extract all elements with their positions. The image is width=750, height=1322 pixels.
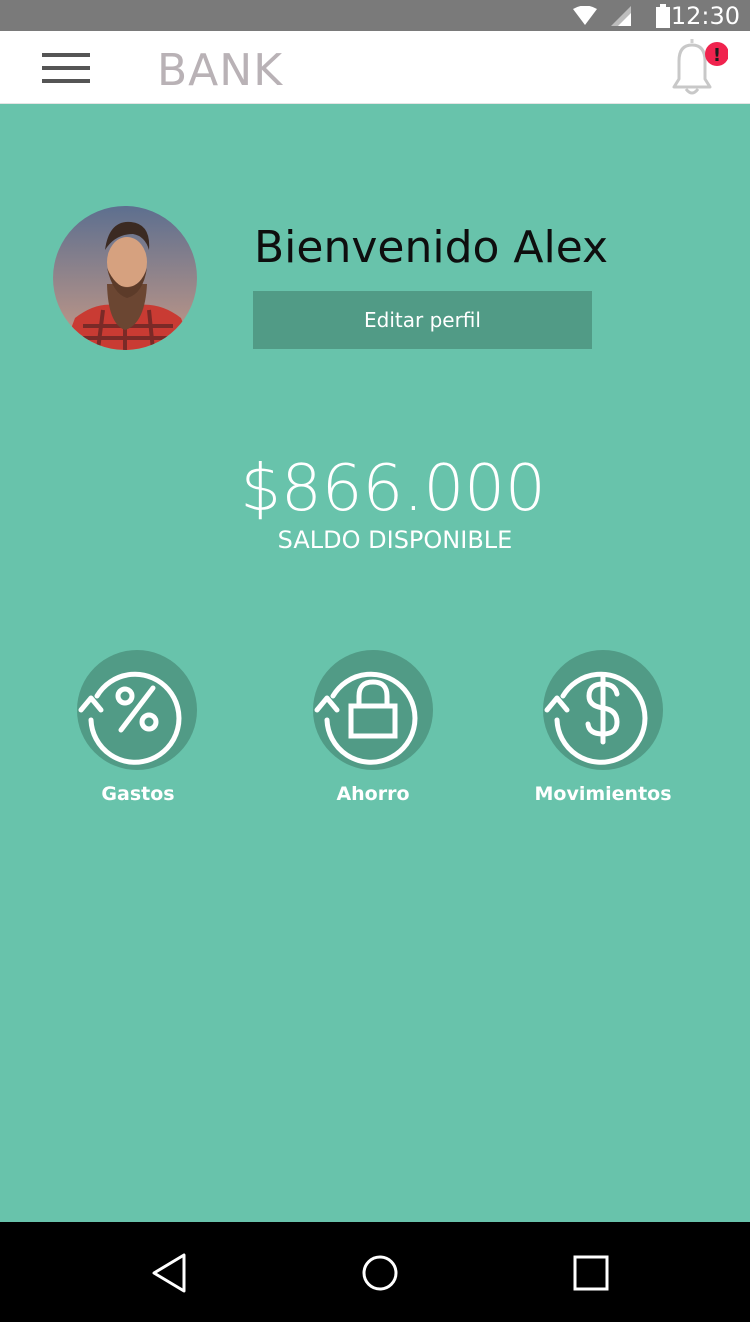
status-time: 12:30 bbox=[670, 1, 740, 30]
bell-icon: ! bbox=[672, 39, 729, 95]
percent-icon bbox=[77, 650, 197, 770]
signal-icon bbox=[610, 0, 632, 31]
badge-text: ! bbox=[713, 45, 721, 66]
recents-icon bbox=[573, 1255, 609, 1291]
lock-icon bbox=[313, 650, 433, 770]
status-bar: 12:30 bbox=[0, 0, 750, 31]
action-label: Gastos bbox=[101, 783, 175, 805]
dollar-icon bbox=[543, 650, 663, 770]
home-icon bbox=[362, 1255, 398, 1291]
main-content: Bienvenido Alex Editar perfil $866.000 S… bbox=[0, 104, 750, 1222]
wifi-icon bbox=[572, 0, 598, 31]
battery-icon bbox=[656, 0, 670, 31]
notifications-button[interactable]: ! bbox=[664, 37, 729, 99]
navigation-bar bbox=[0, 1222, 750, 1322]
expenses-button[interactable]: Gastos bbox=[58, 650, 218, 810]
action-label: Movimientos bbox=[534, 783, 672, 805]
back-button[interactable] bbox=[145, 1248, 195, 1298]
edit-profile-button[interactable]: Editar perfil bbox=[253, 291, 592, 349]
recents-button[interactable] bbox=[566, 1248, 616, 1298]
app-bar: BANK ! bbox=[0, 31, 750, 104]
avatar[interactable] bbox=[53, 206, 197, 350]
action-label: Ahorro bbox=[336, 783, 410, 805]
back-icon bbox=[152, 1253, 186, 1293]
welcome-text: Bienvenido Alex bbox=[254, 222, 609, 273]
app-title: BANK bbox=[157, 45, 284, 96]
balance-label: SALDO DISPONIBLE bbox=[277, 526, 513, 554]
transactions-button[interactable]: Movimientos bbox=[523, 650, 683, 810]
menu-icon[interactable] bbox=[42, 53, 92, 83]
savings-button[interactable]: Ahorro bbox=[293, 650, 453, 810]
home-button[interactable] bbox=[355, 1248, 405, 1298]
balance-amount: $866.000 bbox=[240, 452, 546, 526]
